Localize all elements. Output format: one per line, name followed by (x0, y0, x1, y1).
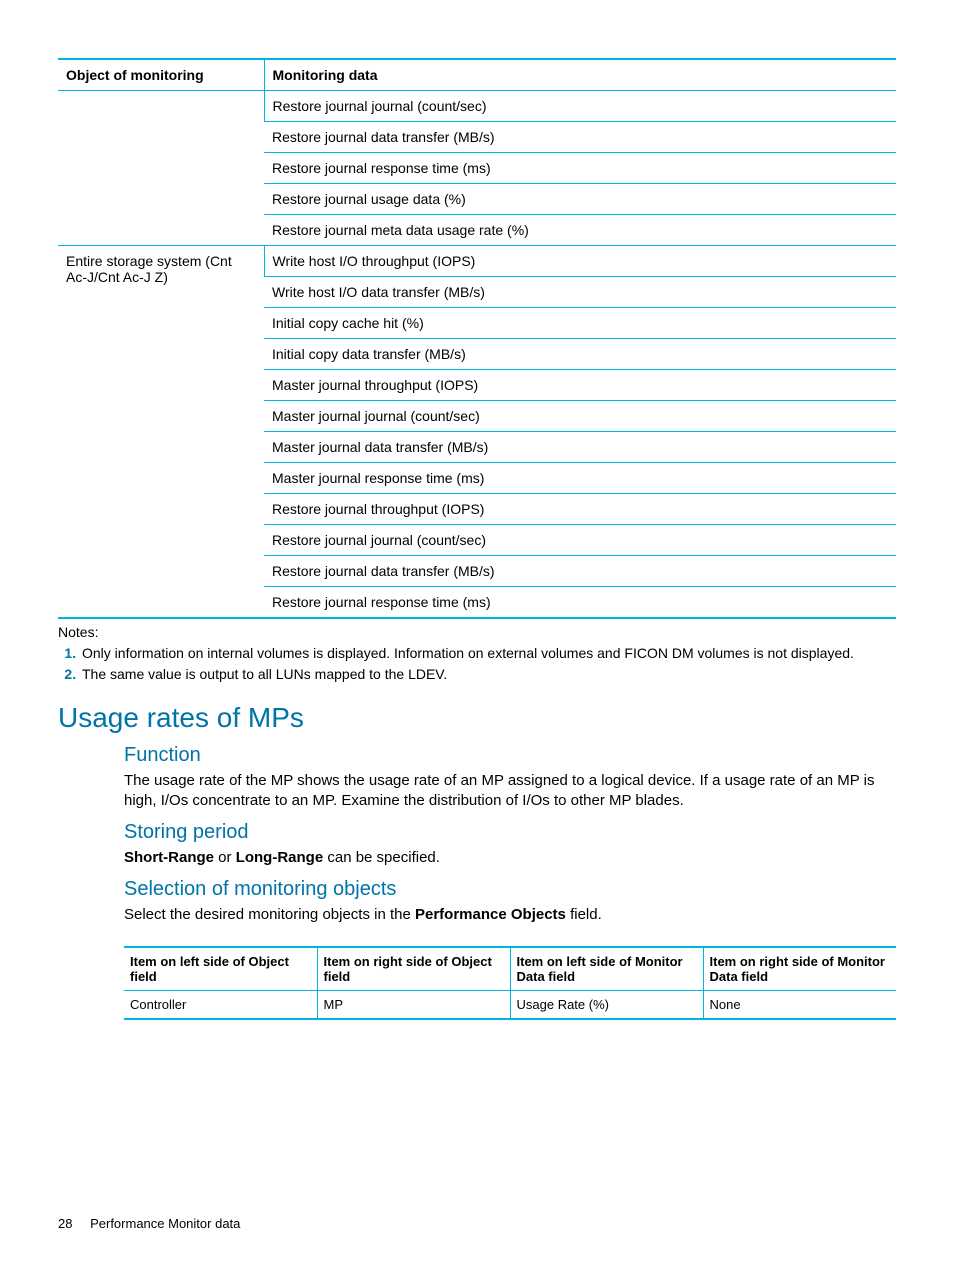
sel-header: Item on left side of Monitor Data field (510, 947, 703, 991)
sel-cell: None (703, 990, 896, 1019)
data-cell: Master journal data transfer (MB/s) (264, 432, 896, 463)
object-cell: Entire storage system (Cnt Ac-J/Cnt Ac-J… (58, 246, 264, 619)
long-range-label: Long-Range (236, 849, 324, 866)
data-cell: Restore journal data transfer (MB/s) (264, 556, 896, 587)
data-cell: Restore journal usage data (%) (264, 184, 896, 215)
data-cell: Master journal journal (count/sec) (264, 401, 896, 432)
object-cell (58, 91, 264, 246)
data-cell: Initial copy cache hit (%) (264, 308, 896, 339)
selection-heading: Selection of monitoring objects (124, 878, 896, 901)
selection-table: Item on left side of Object field Item o… (124, 946, 896, 1020)
page-number: 28 (58, 1216, 72, 1231)
sel-cell: Usage Rate (%) (510, 990, 703, 1019)
data-cell: Restore journal throughput (IOPS) (264, 494, 896, 525)
data-cell: Restore journal journal (count/sec) (264, 91, 896, 122)
function-body: The usage rate of the MP shows the usage… (124, 771, 896, 812)
note-item: The same value is output to all LUNs map… (80, 665, 896, 684)
sel-header: Item on right side of Object field (317, 947, 510, 991)
notes-label: Notes: (58, 624, 98, 640)
note-item: Only information on internal volumes is … (80, 644, 896, 663)
data-cell: Restore journal data transfer (MB/s) (264, 122, 896, 153)
data-cell: Write host I/O data transfer (MB/s) (264, 277, 896, 308)
col-header-data: Monitoring data (264, 59, 896, 91)
notes-block: Notes: Only information on internal volu… (58, 623, 896, 684)
monitoring-table: Object of monitoring Monitoring data Res… (58, 58, 896, 619)
data-cell: Write host I/O throughput (IOPS) (264, 246, 896, 277)
sel-header: Item on left side of Object field (124, 947, 317, 991)
section-heading: Usage rates of MPs (58, 702, 896, 734)
page-footer: 28 Performance Monitor data (58, 1216, 240, 1231)
data-cell: Master journal response time (ms) (264, 463, 896, 494)
data-cell: Restore journal journal (count/sec) (264, 525, 896, 556)
function-heading: Function (124, 744, 896, 767)
col-header-object: Object of monitoring (58, 59, 264, 91)
short-range-label: Short-Range (124, 849, 214, 866)
data-cell: Master journal throughput (IOPS) (264, 370, 896, 401)
data-cell: Restore journal meta data usage rate (%) (264, 215, 896, 246)
storing-heading: Storing period (124, 821, 896, 844)
footer-title: Performance Monitor data (90, 1216, 240, 1231)
data-cell: Restore journal response time (ms) (264, 587, 896, 619)
storing-body: Short-Range or Long-Range can be specifi… (124, 848, 896, 868)
sel-cell: MP (317, 990, 510, 1019)
sel-header: Item on right side of Monitor Data field (703, 947, 896, 991)
sel-cell: Controller (124, 990, 317, 1019)
data-cell: Initial copy data transfer (MB/s) (264, 339, 896, 370)
selection-intro: Select the desired monitoring objects in… (124, 905, 896, 925)
data-cell: Restore journal response time (ms) (264, 153, 896, 184)
